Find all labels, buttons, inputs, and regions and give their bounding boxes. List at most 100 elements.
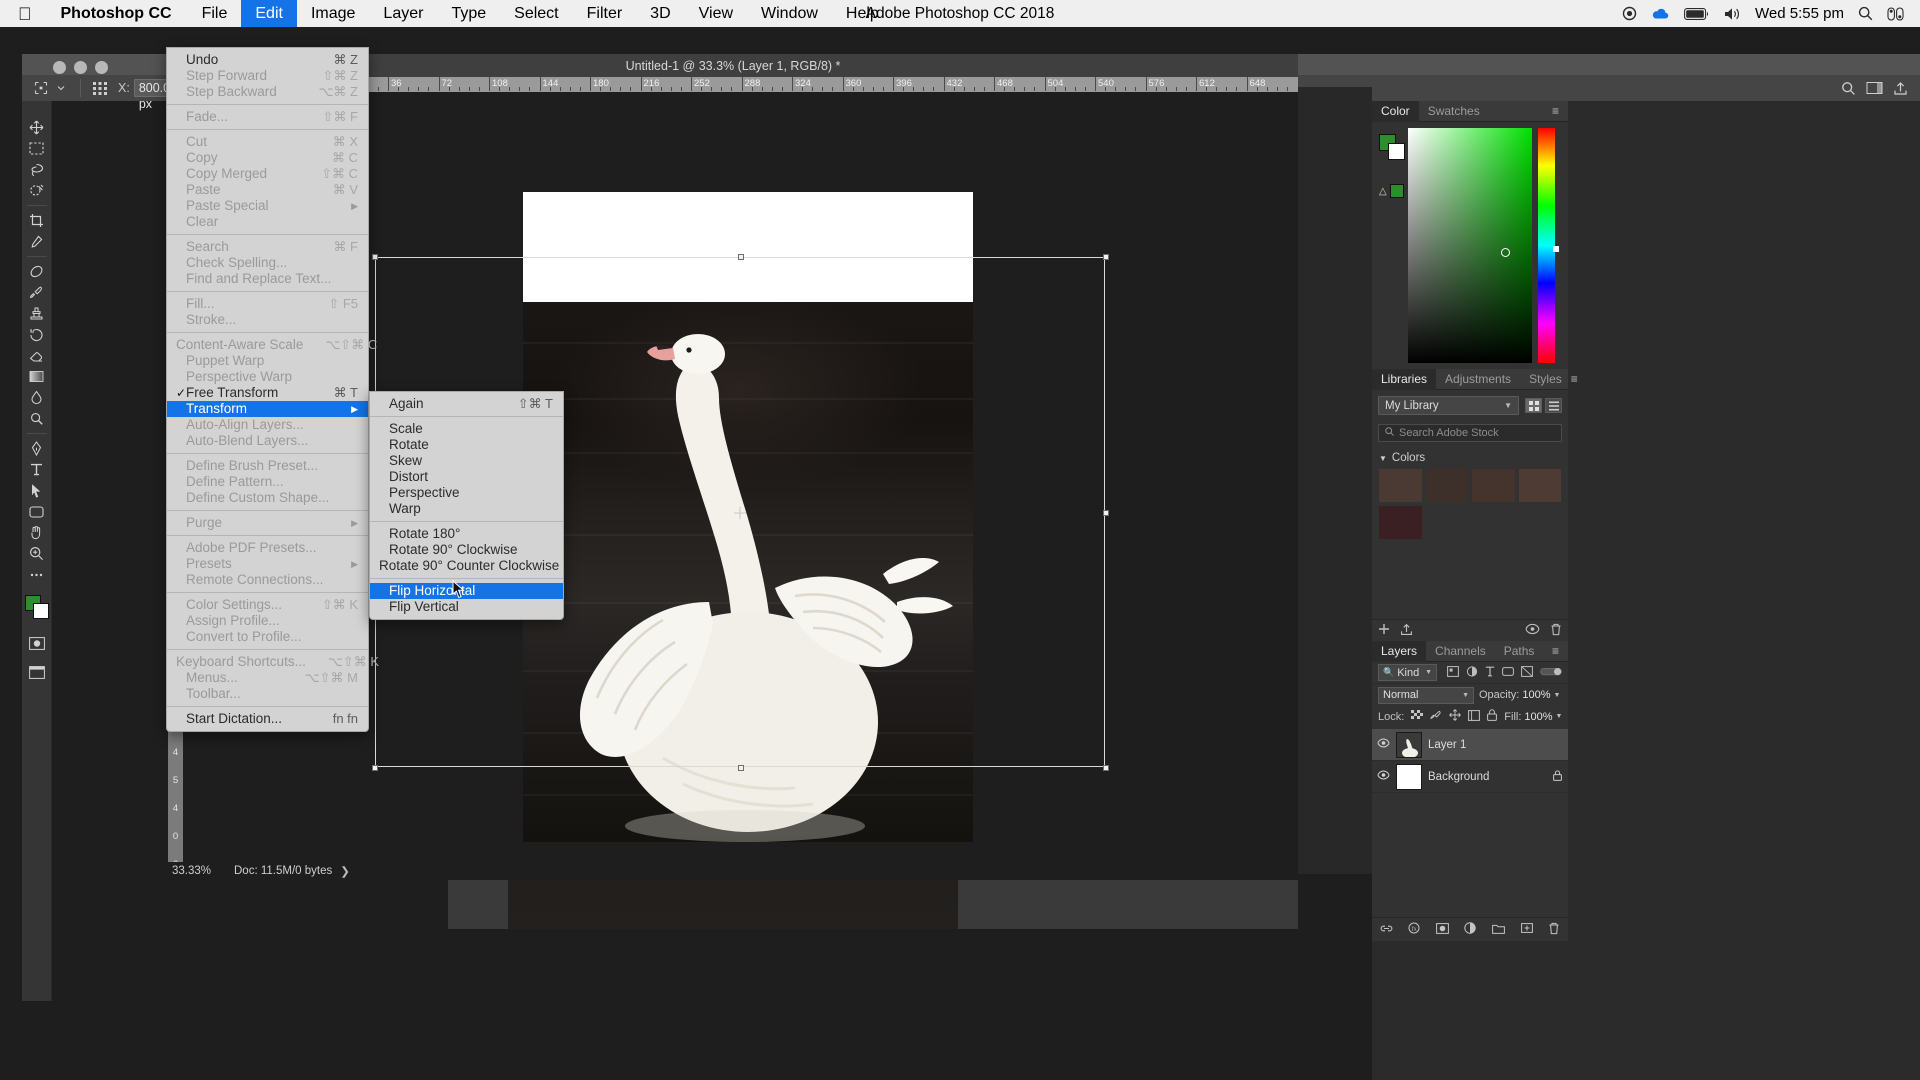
path-select-tool[interactable]	[23, 480, 51, 501]
battery-icon[interactable]	[1684, 7, 1710, 20]
gamut-alternate-swatch[interactable]	[1390, 184, 1404, 198]
delete-layer-icon[interactable]	[1548, 922, 1560, 938]
menu-item-perspective[interactable]: Perspective	[370, 485, 563, 501]
layer-name[interactable]: Background	[1428, 771, 1547, 783]
zoom-level-label[interactable]: 33.33%	[168, 865, 226, 877]
brush-tool[interactable]	[23, 282, 51, 303]
menu-item-rotate-90-counter-clockwise[interactable]: Rotate 90° Counter Clockwise	[370, 558, 563, 574]
menu-view[interactable]: View	[685, 0, 747, 27]
menu-item-again[interactable]: Again ⇧⌘ T	[370, 396, 563, 412]
menu-item-free-transform[interactable]: ✓ Free Transform ⌘ T	[167, 385, 368, 401]
status-expand-arrow-icon[interactable]: ❯	[340, 864, 350, 878]
record-icon[interactable]	[1622, 6, 1637, 21]
lock-position-icon[interactable]	[1449, 709, 1462, 724]
menu-item-distort[interactable]: Distort	[370, 469, 563, 485]
transform-reference-point-icon[interactable]	[31, 78, 51, 98]
new-layer-icon[interactable]	[1520, 922, 1533, 937]
layer-style-icon[interactable]: fx	[1408, 922, 1420, 937]
transform-handle-top-center[interactable]	[738, 254, 744, 260]
menu-item-undo[interactable]: Undo ⌘ Z	[167, 52, 368, 68]
move-tool[interactable]	[23, 117, 51, 138]
quick-mask-toggle[interactable]	[23, 633, 51, 654]
pen-tool[interactable]	[23, 438, 51, 459]
grid-view-button[interactable]	[1525, 398, 1542, 413]
eraser-tool[interactable]	[23, 345, 51, 366]
layer-kind-filter-select[interactable]: 🔍 Kind ▼	[1378, 664, 1437, 681]
minimize-window-button[interactable]	[74, 61, 87, 74]
hand-tool[interactable]	[23, 522, 51, 543]
chevron-down-icon[interactable]: ▼	[1556, 713, 1563, 720]
layer-visibility-toggle[interactable]	[1376, 770, 1390, 783]
library-group-colors[interactable]: ▼ Colors	[1372, 448, 1568, 467]
volume-icon[interactable]	[1724, 7, 1741, 21]
new-group-icon[interactable]	[1492, 923, 1505, 937]
crop-tool[interactable]	[23, 210, 51, 231]
search-panel-icon[interactable]	[1838, 78, 1858, 98]
eyedropper-tool[interactable]	[23, 231, 51, 252]
search-icon[interactable]	[1858, 6, 1873, 21]
filter-toggle-icon[interactable]	[1540, 666, 1562, 680]
menu-item-flip-vertical[interactable]: Flip Vertical	[370, 599, 563, 615]
layer-thumbnail[interactable]	[1396, 763, 1422, 790]
hue-slider-thumb[interactable]	[1553, 246, 1559, 252]
history-brush-tool[interactable]	[23, 324, 51, 345]
reference-point-grid-icon[interactable]	[90, 78, 110, 98]
tab-color[interactable]: Color	[1372, 100, 1419, 122]
tab-libraries[interactable]: Libraries	[1372, 368, 1437, 390]
menu-item-scale[interactable]: Scale	[370, 421, 563, 437]
library-share-button[interactable]	[1400, 623, 1413, 639]
smart-object-filter-icon[interactable]	[1521, 665, 1533, 680]
spot-healing-tool[interactable]	[23, 261, 51, 282]
reference-point-chevron-icon[interactable]	[51, 78, 71, 98]
color-field[interactable]	[1408, 128, 1532, 363]
add-library-item-button[interactable]	[1378, 623, 1390, 638]
opacity-value[interactable]: 100%	[1522, 689, 1550, 701]
library-swatch[interactable]	[1425, 469, 1468, 502]
menu-window[interactable]: Window	[747, 0, 832, 27]
pixel-filter-icon[interactable]	[1447, 665, 1459, 680]
lock-transparent-pixels-icon[interactable]	[1411, 709, 1424, 724]
blur-tool[interactable]	[23, 387, 51, 408]
tab-adjustments[interactable]: Adjustments	[1436, 369, 1520, 390]
library-swatch[interactable]	[1472, 469, 1515, 502]
fill-control[interactable]: Fill: 100% ▼	[1504, 711, 1562, 723]
layer-thumbnail[interactable]	[1396, 731, 1422, 758]
transform-handle-bottom-left[interactable]	[372, 765, 378, 771]
library-swatch[interactable]	[1379, 506, 1422, 539]
more-tools-button[interactable]	[23, 564, 51, 585]
share-icon[interactable]	[1890, 78, 1910, 98]
transform-handle-bottom-right[interactable]	[1103, 765, 1109, 771]
tab-styles[interactable]: Styles	[1520, 369, 1571, 390]
menu-filter[interactable]: Filter	[573, 0, 637, 27]
menu-item-rotate-180[interactable]: Rotate 180°	[370, 526, 563, 542]
transform-reference-point-marker[interactable]	[734, 506, 746, 519]
layer-row-layer-1[interactable]: Layer 1	[1372, 729, 1568, 761]
lock-image-pixels-icon[interactable]	[1430, 710, 1442, 724]
menu-item-rotate-90-clockwise[interactable]: Rotate 90° Clockwise	[370, 542, 563, 558]
edit-menu-dropdown[interactable]: Undo ⌘ Z Step Forward ⇧⌘ Z Step Backward ⌥⌘ Z…	[166, 47, 379, 732]
cloud-icon[interactable]	[1651, 7, 1670, 21]
quick-select-tool[interactable]	[23, 180, 51, 201]
apple-icon[interactable]: 	[0, 5, 45, 23]
workspace-switch-icon[interactable]	[1864, 78, 1884, 98]
chevron-down-icon[interactable]: ▼	[1554, 692, 1561, 699]
layer-row-background[interactable]: Background	[1372, 761, 1568, 793]
shape-tool[interactable]	[23, 501, 51, 522]
transform-handle-middle-right[interactable]	[1103, 510, 1109, 516]
adobe-stock-search-input[interactable]: Search Adobe Stock	[1378, 424, 1562, 442]
link-layers-icon[interactable]	[1380, 923, 1393, 937]
menu-item-warp[interactable]: Warp	[370, 501, 563, 517]
panel-menu-icon[interactable]: ≡	[1571, 372, 1587, 386]
screen-mode-toggle[interactable]	[23, 662, 51, 683]
panel-menu-icon[interactable]: ≡	[1552, 644, 1568, 658]
maximize-window-button[interactable]	[95, 61, 108, 74]
zoom-tool[interactable]	[23, 543, 51, 564]
adjustment-layer-icon[interactable]	[1464, 922, 1477, 937]
layer-mask-icon[interactable]	[1436, 922, 1449, 937]
menu-image[interactable]: Image	[297, 0, 369, 27]
transform-submenu-dropdown[interactable]: Again ⇧⌘ T Scale Rotate Skew Distort Perspecti…	[369, 391, 564, 620]
list-view-button[interactable]	[1545, 398, 1562, 413]
menu-item-rotate[interactable]: Rotate	[370, 437, 563, 453]
library-swatch[interactable]	[1379, 469, 1422, 502]
adjustment-filter-icon[interactable]	[1466, 665, 1478, 680]
